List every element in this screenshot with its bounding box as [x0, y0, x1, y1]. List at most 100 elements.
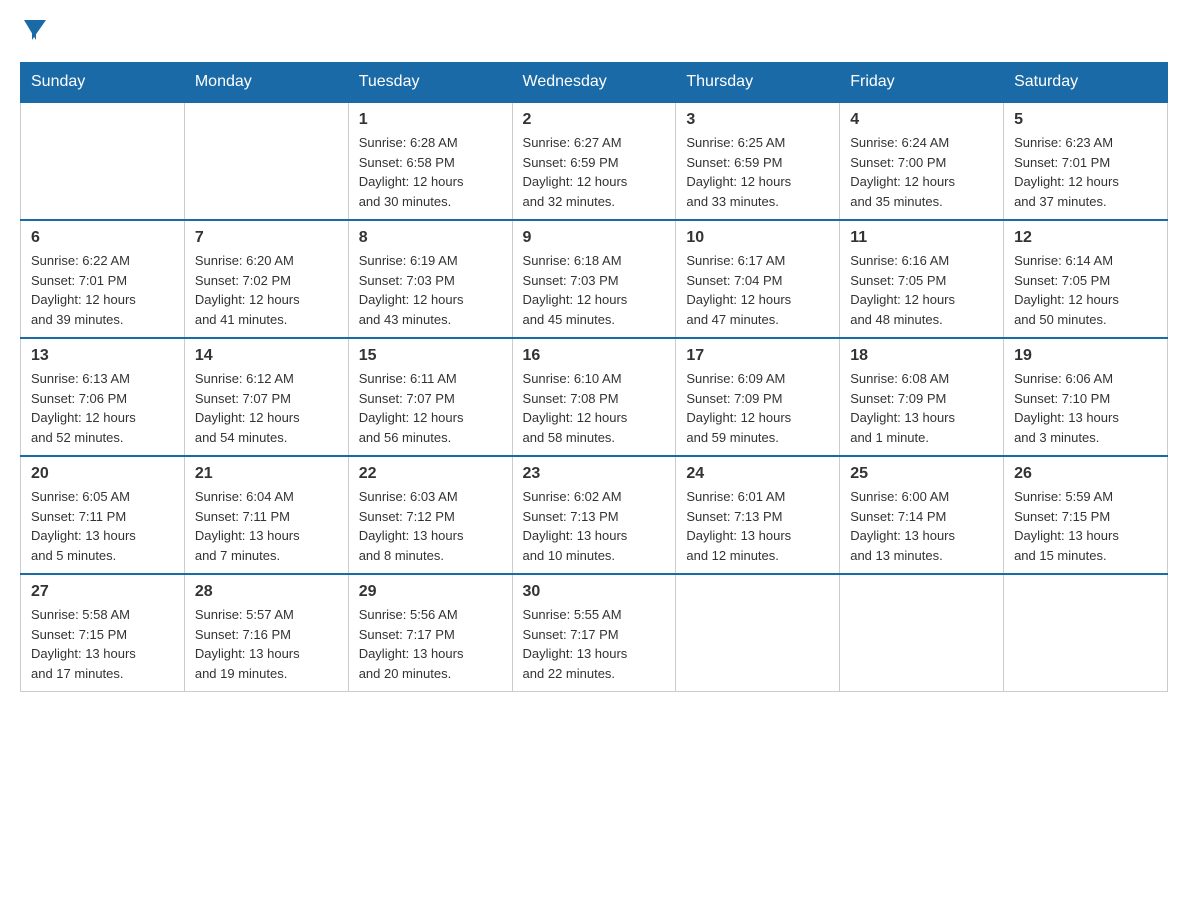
day-of-week-header: Saturday: [1004, 63, 1168, 103]
calendar-cell: 19Sunrise: 6:06 AM Sunset: 7:10 PM Dayli…: [1004, 338, 1168, 456]
day-number: 12: [1014, 229, 1157, 247]
calendar-cell: 18 Sunrise: 6:08 AM Sunset: 7:09 PM Dayli…: [840, 338, 1004, 456]
calendar-cell: 9Sunrise: 6:18 AM Sunset: 7:03 PM Daylig…: [512, 220, 676, 338]
day-number: 11: [850, 229, 993, 247]
day-info: Sunrise: 6:03 AM Sunset: 7:12 PM Dayligh…: [359, 487, 502, 565]
calendar-cell: 2Sunrise: 6:27 AM Sunset: 6:59 PM Daylig…: [512, 102, 676, 220]
page-header: [20, 20, 1168, 42]
calendar-week-row: 1 Sunrise: 6:28 AM Sunset: 6:58 PM Daylig…: [21, 102, 1168, 220]
day-number: 28: [195, 583, 338, 601]
day-number: 8: [359, 229, 502, 247]
calendar-cell: 23 Sunrise: 6:02 AM Sunset: 7:13 PM Dayli…: [512, 456, 676, 574]
day-info: Sunrise: 5:55 AM Sunset: 7:17 PM Dayligh…: [523, 605, 666, 683]
day-info: Sunrise: 6:12 AM Sunset: 7:07 PM Dayligh…: [195, 369, 338, 447]
day-of-week-header: Sunday: [21, 63, 185, 103]
calendar-cell: [1004, 574, 1168, 692]
day-info: Sunrise: 6:19 AM Sunset: 7:03 PM Dayligh…: [359, 251, 502, 329]
calendar-cell: 14 Sunrise: 6:12 AM Sunset: 7:07 PM Dayli…: [184, 338, 348, 456]
calendar-cell: 22 Sunrise: 6:03 AM Sunset: 7:12 PM Dayli…: [348, 456, 512, 574]
calendar-cell: [184, 102, 348, 220]
day-number: 7: [195, 229, 338, 247]
day-number: 5: [1014, 111, 1157, 129]
day-number: 6: [31, 229, 174, 247]
day-of-week-header: Monday: [184, 63, 348, 103]
day-info: Sunrise: 6:16 AM Sunset: 7:05 PM Dayligh…: [850, 251, 993, 329]
calendar-cell: 26Sunrise: 5:59 AM Sunset: 7:15 PM Dayli…: [1004, 456, 1168, 574]
calendar-cell: [676, 574, 840, 692]
day-info: Sunrise: 6:10 AM Sunset: 7:08 PM Dayligh…: [523, 369, 666, 447]
calendar-cell: 1 Sunrise: 6:28 AM Sunset: 6:58 PM Daylig…: [348, 102, 512, 220]
calendar-cell: 4Sunrise: 6:24 AM Sunset: 7:00 PM Daylig…: [840, 102, 1004, 220]
day-number: 27: [31, 583, 174, 601]
logo: [20, 20, 48, 42]
day-of-week-header: Thursday: [676, 63, 840, 103]
calendar-cell: 12 Sunrise: 6:14 AM Sunset: 7:05 PM Dayli…: [1004, 220, 1168, 338]
day-info: Sunrise: 6:09 AM Sunset: 7:09 PM Dayligh…: [686, 369, 829, 447]
day-number: 23: [523, 465, 666, 483]
day-info: Sunrise: 6:22 AM Sunset: 7:01 PM Dayligh…: [31, 251, 174, 329]
calendar-cell: 3 Sunrise: 6:25 AM Sunset: 6:59 PM Daylig…: [676, 102, 840, 220]
day-number: 9: [523, 229, 666, 247]
day-info: Sunrise: 5:59 AM Sunset: 7:15 PM Dayligh…: [1014, 487, 1157, 565]
day-number: 10: [686, 229, 829, 247]
calendar-cell: 28 Sunrise: 5:57 AM Sunset: 7:16 PM Dayli…: [184, 574, 348, 692]
calendar-cell: 5 Sunrise: 6:23 AM Sunset: 7:01 PM Daylig…: [1004, 102, 1168, 220]
day-number: 29: [359, 583, 502, 601]
calendar-week-row: 27 Sunrise: 5:58 AM Sunset: 7:15 PM Dayli…: [21, 574, 1168, 692]
calendar-table: SundayMondayTuesdayWednesdayThursdayFrid…: [20, 62, 1168, 692]
day-number: 16: [523, 347, 666, 365]
day-number: 15: [359, 347, 502, 365]
calendar-cell: [21, 102, 185, 220]
day-of-week-header: Friday: [840, 63, 1004, 103]
calendar-cell: 6 Sunrise: 6:22 AM Sunset: 7:01 PM Daylig…: [21, 220, 185, 338]
day-number: 22: [359, 465, 502, 483]
calendar-cell: 7 Sunrise: 6:20 AM Sunset: 7:02 PM Daylig…: [184, 220, 348, 338]
calendar-header: SundayMondayTuesdayWednesdayThursdayFrid…: [21, 63, 1168, 103]
day-info: Sunrise: 5:57 AM Sunset: 7:16 PM Dayligh…: [195, 605, 338, 683]
calendar-week-row: 6 Sunrise: 6:22 AM Sunset: 7:01 PM Daylig…: [21, 220, 1168, 338]
day-info: Sunrise: 6:14 AM Sunset: 7:05 PM Dayligh…: [1014, 251, 1157, 329]
calendar-cell: 29Sunrise: 5:56 AM Sunset: 7:17 PM Dayli…: [348, 574, 512, 692]
calendar-cell: [840, 574, 1004, 692]
days-of-week-row: SundayMondayTuesdayWednesdayThursdayFrid…: [21, 63, 1168, 103]
calendar-cell: 10 Sunrise: 6:17 AM Sunset: 7:04 PM Dayli…: [676, 220, 840, 338]
day-info: Sunrise: 6:17 AM Sunset: 7:04 PM Dayligh…: [686, 251, 829, 329]
day-number: 1: [359, 111, 502, 129]
day-info: Sunrise: 6:02 AM Sunset: 7:13 PM Dayligh…: [523, 487, 666, 565]
day-number: 13: [31, 347, 174, 365]
day-info: Sunrise: 6:01 AM Sunset: 7:13 PM Dayligh…: [686, 487, 829, 565]
calendar-cell: 30 Sunrise: 5:55 AM Sunset: 7:17 PM Dayli…: [512, 574, 676, 692]
calendar-cell: 20 Sunrise: 6:05 AM Sunset: 7:11 PM Dayli…: [21, 456, 185, 574]
calendar-cell: 11 Sunrise: 6:16 AM Sunset: 7:05 PM Dayli…: [840, 220, 1004, 338]
day-number: 30: [523, 583, 666, 601]
day-number: 3: [686, 111, 829, 129]
day-info: Sunrise: 6:04 AM Sunset: 7:11 PM Dayligh…: [195, 487, 338, 565]
day-info: Sunrise: 6:08 AM Sunset: 7:09 PM Dayligh…: [850, 369, 993, 447]
day-of-week-header: Tuesday: [348, 63, 512, 103]
day-info: Sunrise: 6:05 AM Sunset: 7:11 PM Dayligh…: [31, 487, 174, 565]
calendar-body: 1 Sunrise: 6:28 AM Sunset: 6:58 PM Daylig…: [21, 102, 1168, 692]
day-info: Sunrise: 6:25 AM Sunset: 6:59 PM Dayligh…: [686, 133, 829, 211]
day-info: Sunrise: 6:20 AM Sunset: 7:02 PM Dayligh…: [195, 251, 338, 329]
day-info: Sunrise: 6:23 AM Sunset: 7:01 PM Dayligh…: [1014, 133, 1157, 211]
day-number: 20: [31, 465, 174, 483]
calendar-cell: 27 Sunrise: 5:58 AM Sunset: 7:15 PM Dayli…: [21, 574, 185, 692]
day-info: Sunrise: 5:58 AM Sunset: 7:15 PM Dayligh…: [31, 605, 174, 683]
day-info: Sunrise: 6:11 AM Sunset: 7:07 PM Dayligh…: [359, 369, 502, 447]
day-number: 19: [1014, 347, 1157, 365]
day-number: 14: [195, 347, 338, 365]
calendar-cell: 13 Sunrise: 6:13 AM Sunset: 7:06 PM Dayli…: [21, 338, 185, 456]
day-info: Sunrise: 6:13 AM Sunset: 7:06 PM Dayligh…: [31, 369, 174, 447]
day-number: 24: [686, 465, 829, 483]
day-number: 25: [850, 465, 993, 483]
calendar-week-row: 13 Sunrise: 6:13 AM Sunset: 7:06 PM Dayli…: [21, 338, 1168, 456]
calendar-week-row: 20 Sunrise: 6:05 AM Sunset: 7:11 PM Dayli…: [21, 456, 1168, 574]
calendar-cell: 17Sunrise: 6:09 AM Sunset: 7:09 PM Dayli…: [676, 338, 840, 456]
calendar-cell: 8 Sunrise: 6:19 AM Sunset: 7:03 PM Daylig…: [348, 220, 512, 338]
day-info: Sunrise: 6:28 AM Sunset: 6:58 PM Dayligh…: [359, 133, 502, 211]
calendar-cell: 21Sunrise: 6:04 AM Sunset: 7:11 PM Dayli…: [184, 456, 348, 574]
day-info: Sunrise: 6:24 AM Sunset: 7:00 PM Dayligh…: [850, 133, 993, 211]
day-number: 18: [850, 347, 993, 365]
day-info: Sunrise: 6:27 AM Sunset: 6:59 PM Dayligh…: [523, 133, 666, 211]
day-of-week-header: Wednesday: [512, 63, 676, 103]
